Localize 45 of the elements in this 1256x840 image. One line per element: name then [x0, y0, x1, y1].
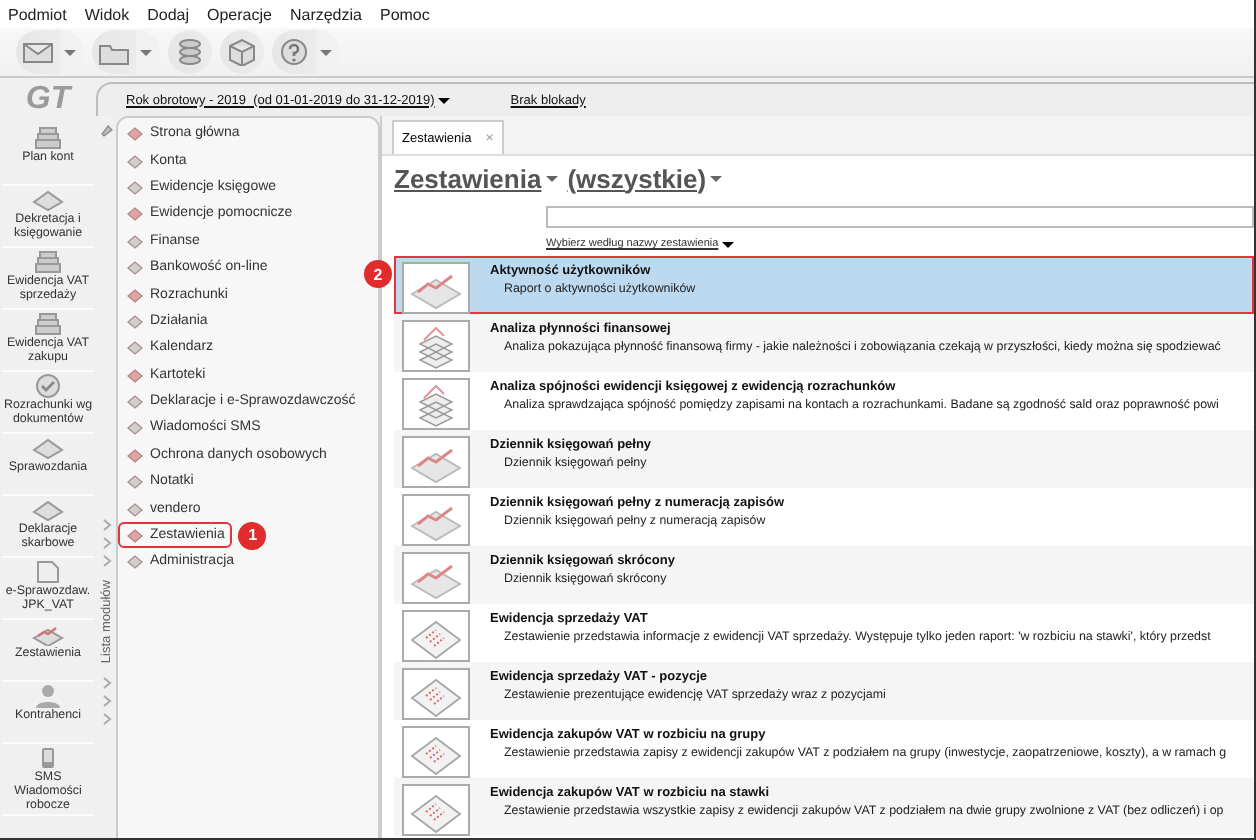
- envelope-icon: [22, 38, 54, 66]
- toolbar-button[interactable]: [16, 30, 84, 74]
- document-icon: [32, 560, 64, 584]
- caret-icon: [64, 49, 76, 55]
- menu-item[interactable]: Widok: [84, 5, 130, 23]
- chart-icon: [32, 622, 64, 646]
- chart-icon: [402, 494, 470, 546]
- menu-item[interactable]: Dodaj: [147, 5, 189, 23]
- menu-item[interactable]: Podmiot: [8, 5, 67, 23]
- list-document-icon: [402, 726, 470, 778]
- callout-badge: 1: [238, 521, 267, 550]
- menu-item[interactable]: Pomoc: [379, 5, 430, 23]
- view-title-dropdown[interactable]: Zestawienia: [394, 163, 558, 193]
- menu-item[interactable]: Operacje: [207, 5, 272, 23]
- menu-item[interactable]: Narzędzia: [289, 5, 362, 23]
- list-document-icon: [402, 668, 470, 720]
- check-icon: [32, 374, 64, 398]
- chart-icon: [402, 552, 470, 604]
- pin-icon[interactable]: [99, 124, 113, 138]
- logo: GT: [25, 82, 71, 120]
- person-icon: [32, 684, 64, 708]
- caret-icon: [140, 49, 152, 55]
- toolbar-button[interactable]: [92, 30, 160, 74]
- paper-stack-icon: [402, 378, 470, 430]
- help-icon: [278, 38, 310, 66]
- caret-icon: [722, 241, 735, 247]
- stack-icon: [32, 250, 64, 274]
- caret-icon: [438, 97, 451, 103]
- caret-icon: [545, 175, 558, 181]
- filter-dropdown[interactable]: (wszystkie): [567, 163, 723, 193]
- paper-stack-icon: [402, 320, 470, 372]
- caret-icon: [710, 175, 723, 181]
- stack-icon: [32, 312, 64, 336]
- search-field[interactable]: [546, 206, 1254, 228]
- list-document-icon: [402, 610, 470, 662]
- chart-icon: [402, 262, 470, 314]
- toolbar-button[interactable]: [220, 30, 264, 74]
- toolbar-button[interactable]: [272, 30, 340, 74]
- callout-badge: 2: [364, 260, 392, 288]
- caret-icon: [320, 49, 332, 55]
- chart-icon: [402, 436, 470, 488]
- coins-icon: [174, 38, 206, 66]
- toolbar-button[interactable]: [168, 30, 212, 74]
- stack-icon: [32, 126, 64, 150]
- box-icon: [226, 38, 258, 66]
